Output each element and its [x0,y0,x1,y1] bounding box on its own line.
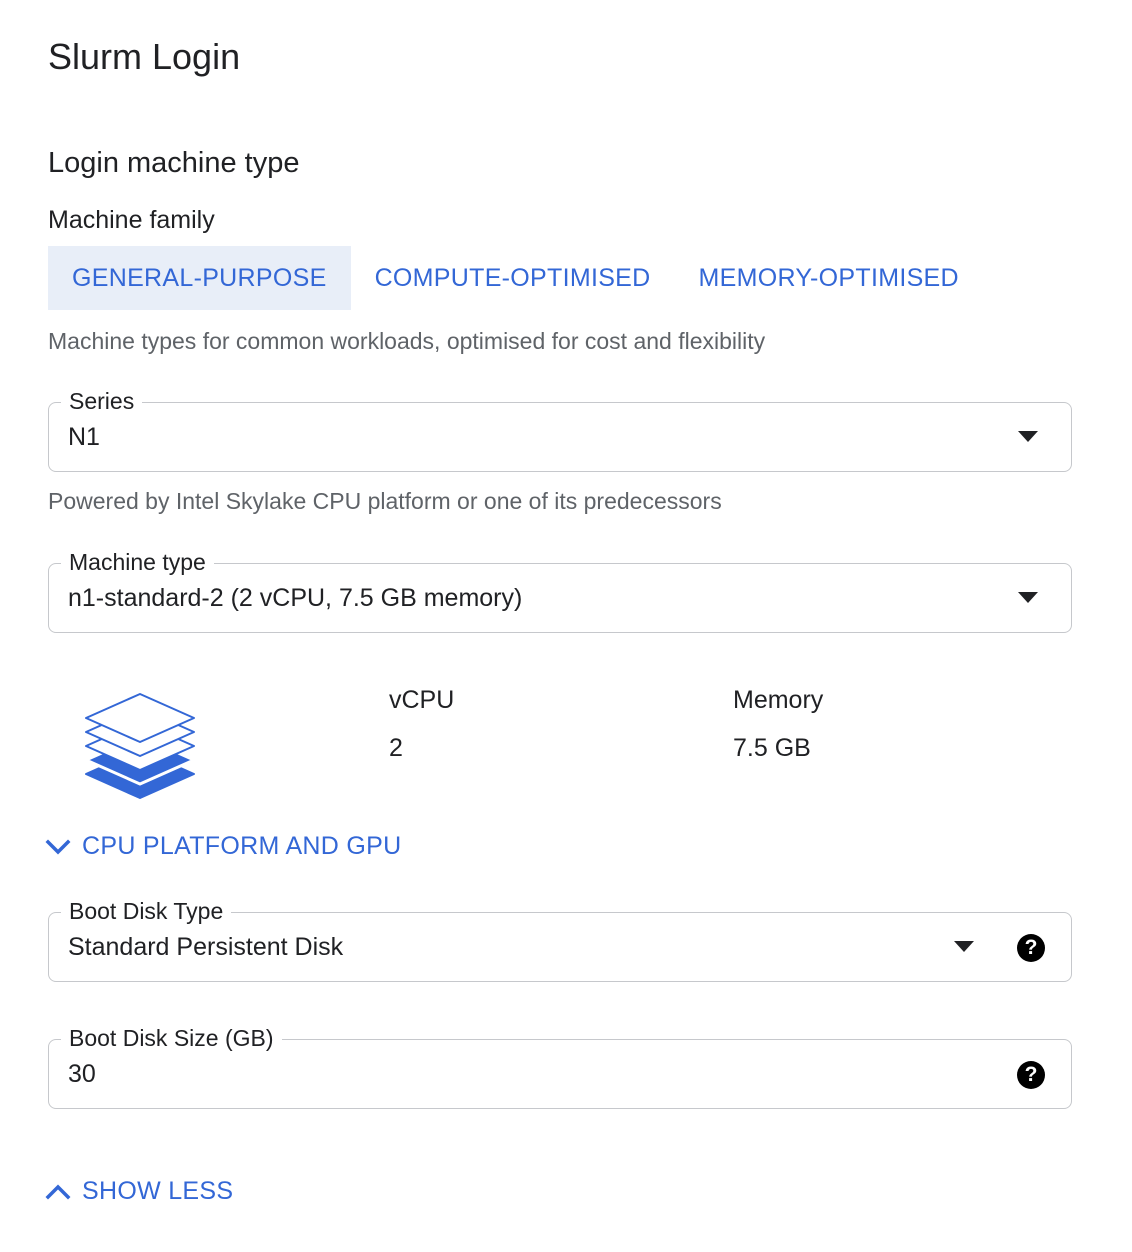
boot-disk-type-value: Standard Persistent Disk [68,933,344,961]
help-icon[interactable]: ? [1017,1061,1045,1089]
tab-memory-optimised[interactable]: MEMORY-OPTIMISED [675,246,983,310]
series-label: Series [61,387,143,415]
boot-disk-type-select[interactable]: Boot Disk Type Standard Persistent Disk … [48,897,1072,982]
dropdown-caret-icon [954,941,974,952]
machine-type-value: n1-standard-2 (2 vCPU, 7.5 GB memory) [68,584,523,612]
chevron-up-icon [45,1184,71,1199]
cpu-platform-gpu-label: CPU PLATFORM AND GPU [82,832,402,860]
tab-general-purpose[interactable]: GENERAL-PURPOSE [48,246,351,310]
dropdown-caret-icon [1018,592,1038,603]
vcpu-value: 2 [389,734,403,762]
boot-disk-type-label: Boot Disk Type [61,897,232,925]
machine-type-label: Machine type [61,548,214,576]
series-helper-text: Powered by Intel Skylake CPU platform or… [48,488,722,514]
login-machine-type-heading: Login machine type [48,147,300,179]
show-less-toggle[interactable]: SHOW LESS [44,1177,233,1206]
tab-compute-optimised[interactable]: COMPUTE-OPTIMISED [351,246,675,310]
chevron-down-icon [45,839,71,854]
series-select[interactable]: Series N1 [48,387,1072,472]
series-value: N1 [68,423,100,451]
layers-icon [84,693,196,799]
machine-type-select[interactable]: Machine type n1-standard-2 (2 vCPU, 7.5 … [48,548,1072,633]
boot-disk-size-input[interactable]: Boot Disk Size (GB) 30 ? [48,1024,1072,1109]
vcpu-label: vCPU [389,686,455,714]
help-icon[interactable]: ? [1017,934,1045,962]
machine-family-tabs: GENERAL-PURPOSE COMPUTE-OPTIMISED MEMORY… [48,246,983,310]
show-less-label: SHOW LESS [82,1177,234,1205]
page-title: Slurm Login [48,36,241,77]
memory-label: Memory [733,686,824,714]
machine-family-description: Machine types for common workloads, opti… [48,328,766,354]
machine-family-label: Machine family [48,206,215,234]
boot-disk-size-label: Boot Disk Size (GB) [61,1024,282,1052]
memory-value: 7.5 GB [733,734,811,762]
boot-disk-size-value: 30 [68,1060,96,1088]
cpu-platform-gpu-toggle[interactable]: CPU PLATFORM AND GPU [44,832,401,861]
dropdown-caret-icon [1018,431,1038,442]
